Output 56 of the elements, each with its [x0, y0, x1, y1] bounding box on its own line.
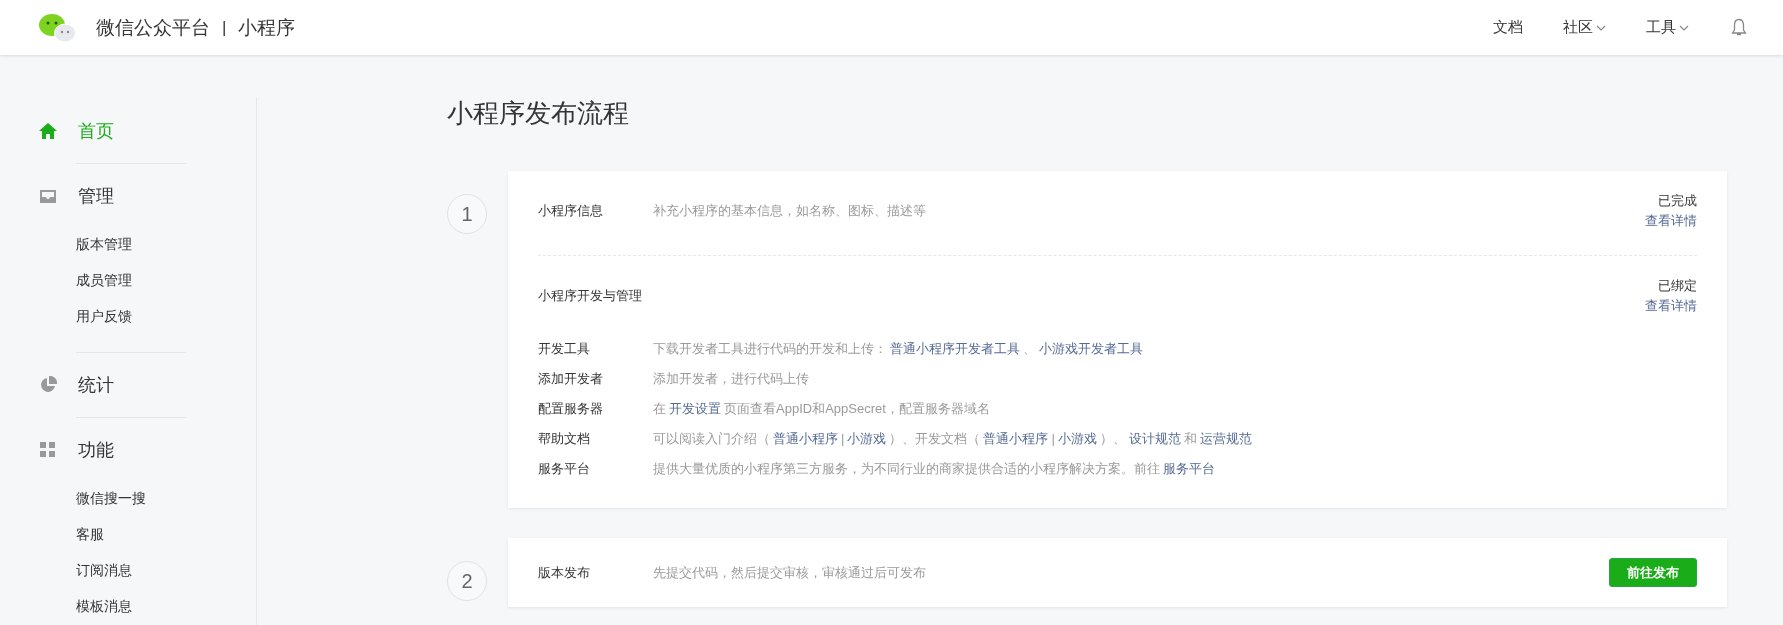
section-title: 版本发布: [538, 563, 591, 582]
row-label: 配置服务器: [538, 400, 604, 418]
row-label: 帮助文档: [538, 430, 591, 448]
row-label: 添加开发者: [538, 370, 604, 388]
platform-title: 微信公众平台: [96, 15, 210, 40]
section-title: 小程序信息: [538, 202, 604, 220]
sidebar-subitem[interactable]: 成员管理: [76, 262, 132, 298]
row-description: 在 开发设置 页面查看AppID和AppSecret，配置服务器域名: [653, 400, 990, 418]
sidebar-subitem[interactable]: 微信搜一搜: [76, 480, 146, 516]
row-description: 下载开发者工具进行代码的开发和上传： 普通小程序开发者工具 、 小游戏开发者工具: [653, 340, 1144, 358]
row-label: 服务平台: [538, 460, 591, 478]
doc-link[interactable]: 小游戏: [1057, 431, 1097, 446]
sidebar-subitem[interactable]: 模板消息: [76, 588, 132, 624]
pie-chart-icon: [38, 375, 58, 395]
caret-icon: [1679, 24, 1689, 31]
status-text: 已绑定: [1658, 277, 1697, 295]
sidebar-subitem[interactable]: 用户反馈: [76, 298, 132, 334]
section-description: 补充小程序的基本信息，如名称、图标、描述等: [653, 203, 926, 218]
sidebar-item[interactable]: 统计: [78, 373, 114, 397]
nav-link[interactable]: 社区: [1563, 18, 1606, 37]
page-title: 小程序发布流程: [447, 97, 630, 130]
sidebar-item[interactable]: 管理: [78, 184, 114, 208]
doc-link[interactable]: 服务平台: [1163, 461, 1215, 476]
caret-icon: [1596, 24, 1606, 31]
home-icon: [38, 121, 58, 141]
sidebar-subitem[interactable]: 版本管理: [76, 226, 132, 262]
section-description: 先提交代码，然后提交审核，审核通过后可发布: [653, 564, 926, 580]
nav-link[interactable]: 工具: [1646, 18, 1689, 37]
product-title: 小程序: [238, 15, 296, 40]
details-link[interactable]: 查看详情: [1645, 296, 1697, 316]
status-text: 已完成: [1658, 192, 1697, 210]
sidebar-subitem[interactable]: 客服: [76, 516, 104, 552]
nav-link[interactable]: 文档: [1493, 18, 1523, 37]
sidebar-subitem[interactable]: 订阅消息: [76, 552, 132, 588]
row-description: 可以阅读入门介绍（ 普通小程序 | 小游戏 ）、开发文档（ 普通小程序 | 小游戏 ）、 设计规范 和 运营规范: [653, 430, 1253, 448]
sidebar-item[interactable]: 功能: [78, 438, 114, 462]
doc-link[interactable]: 设计规范: [1128, 431, 1181, 446]
step-number: 1: [447, 194, 487, 234]
row-description: 添加开发者，进行代码上传: [653, 370, 809, 388]
title-separator: |: [222, 17, 227, 38]
section-title: 小程序开发与管理: [538, 287, 643, 305]
doc-link[interactable]: 小游戏开发者工具: [1039, 341, 1143, 356]
publish-button[interactable]: 前往发布: [1609, 558, 1697, 587]
chat-bubbles-logo: [38, 12, 76, 43]
grid-icon: [38, 440, 58, 460]
details-link[interactable]: 查看详情: [1645, 211, 1697, 231]
doc-link[interactable]: 小游戏: [847, 431, 887, 446]
doc-link[interactable]: 普通小程序开发者工具: [890, 341, 1020, 356]
doc-link[interactable]: 运营规范: [1199, 431, 1252, 446]
row-description: 提供大量优质的小程序第三方服务，为不同行业的商家提供合适的小程序解决方案。前往 服务平台: [653, 460, 1216, 478]
bell-icon[interactable]: [1731, 18, 1747, 37]
step-number: 2: [447, 561, 487, 601]
doc-link[interactable]: 普通小程序: [773, 431, 838, 446]
doc-link[interactable]: 普通小程序: [983, 431, 1049, 446]
row-label: 开发工具: [538, 340, 591, 358]
doc-link[interactable]: 开发设置: [669, 401, 721, 416]
